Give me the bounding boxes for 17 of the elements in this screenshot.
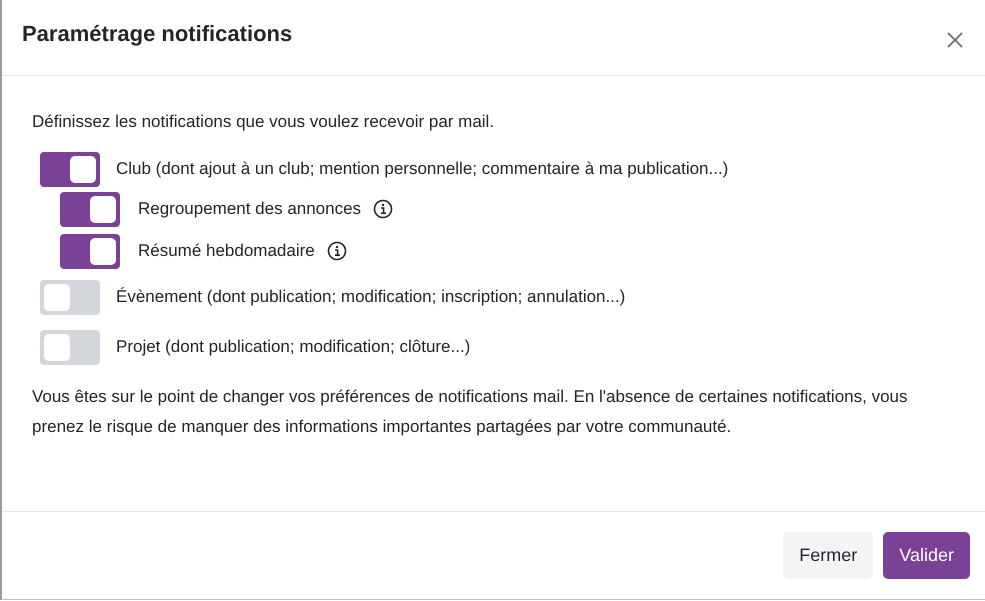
intro-text: Définissez les notifications que vous voulez recevoir par mail.	[32, 112, 496, 132]
toggle-switch[interactable]	[40, 280, 100, 314]
info-icon[interactable]	[326, 241, 347, 261]
toggle-switch[interactable]	[40, 152, 100, 186]
setting-label: Évènement (dont publication; modification; inscription; annulation...)	[116, 287, 626, 307]
warning-text: Vous êtes sur le point de changer vos préférences de notifications mail. En l'absence de certaines notifications, vous prenez le risque de manquer des informations importantes partagées par votre communauté.	[32, 386, 908, 438]
setting-label: Club (dont ajout à un club; mention personnelle; commentaire à ma publication...)	[116, 159, 728, 179]
close-button[interactable]: Fermer	[783, 532, 874, 579]
setting-label: Regroupement des annonces	[138, 199, 362, 219]
toggle-switch[interactable]	[40, 330, 100, 364]
setting-label: Résumé hebdomadaire	[138, 241, 315, 261]
toggle-switch[interactable]	[60, 192, 120, 226]
info-icon[interactable]	[373, 199, 394, 219]
submit-button[interactable]: Valider	[883, 532, 970, 579]
toggle-switch[interactable]	[60, 234, 120, 268]
setting-label: Projet (dont publication; modification; clôture...)	[116, 337, 470, 357]
dialog-title: Paramétrage notifications	[22, 20, 292, 48]
